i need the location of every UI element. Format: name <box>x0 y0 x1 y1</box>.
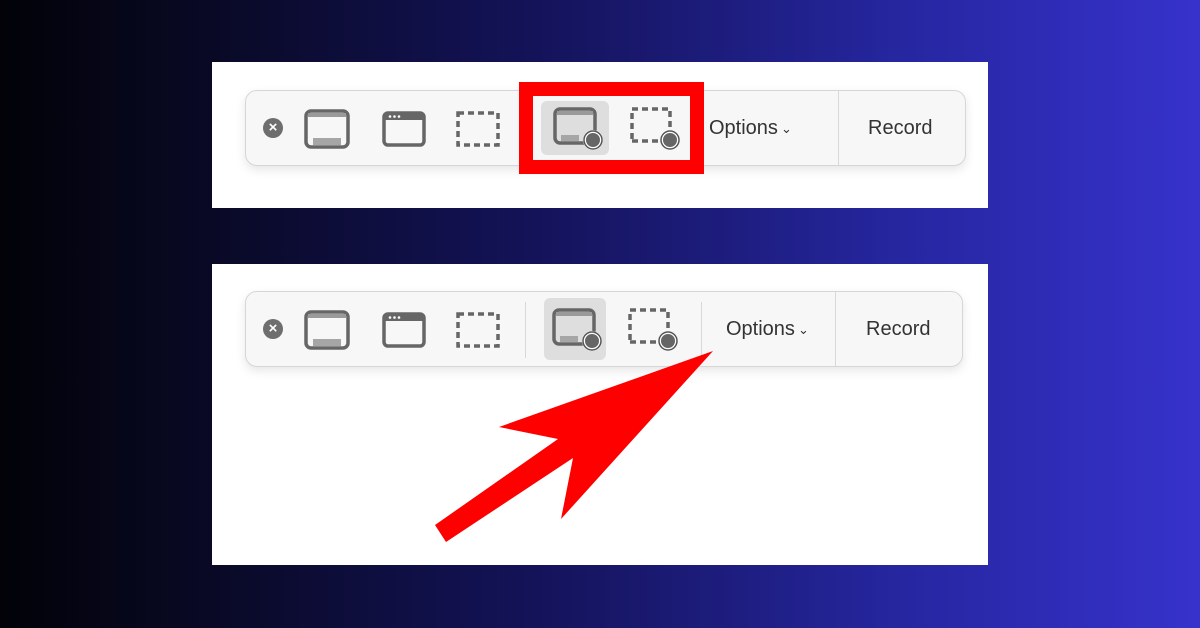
red-arrow-annotation <box>435 351 713 542</box>
arrow-icon <box>435 351 713 542</box>
